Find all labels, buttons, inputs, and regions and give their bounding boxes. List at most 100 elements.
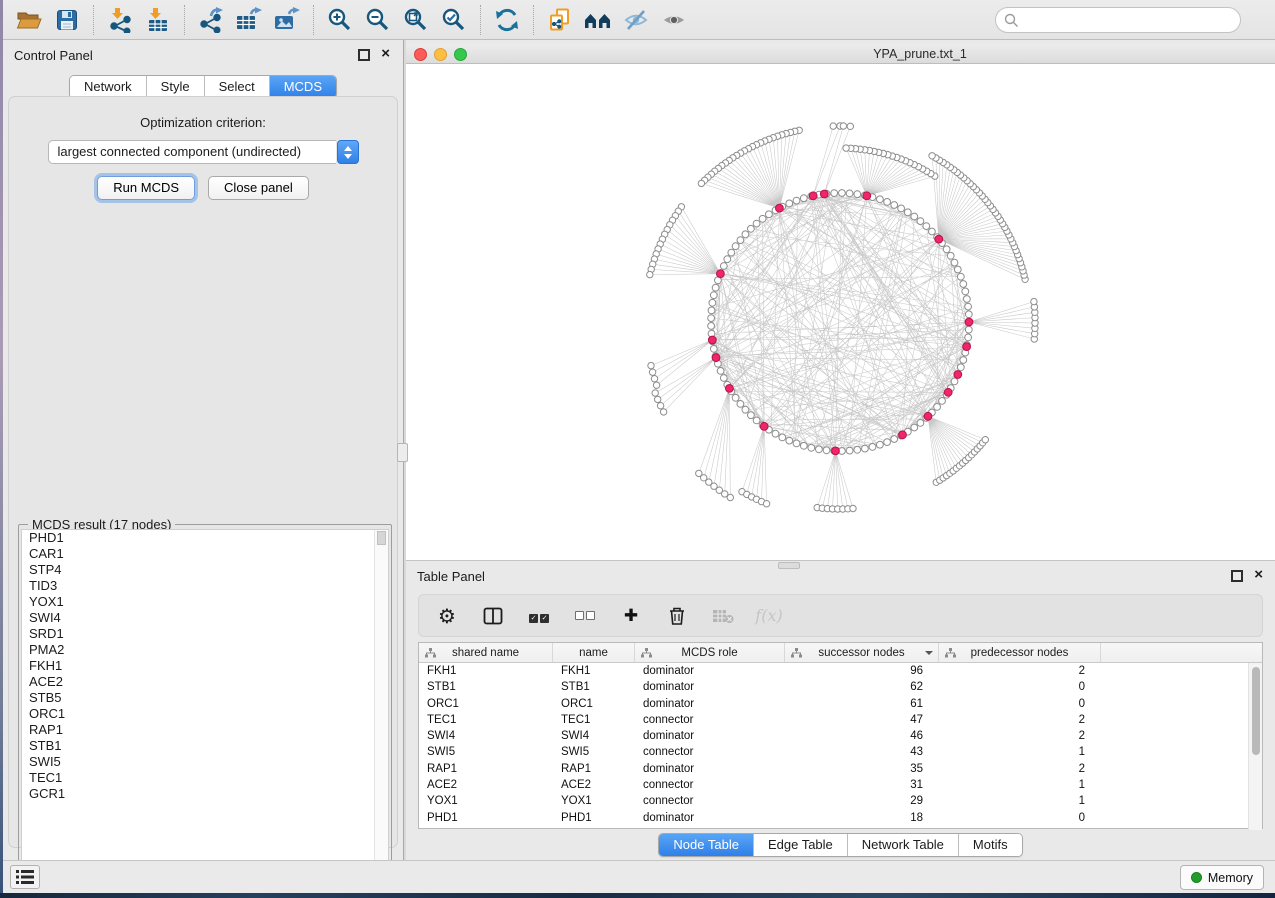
network-node[interactable] — [982, 437, 988, 443]
network-node[interactable] — [898, 205, 905, 212]
mcds-node[interactable] — [760, 423, 768, 431]
network-node[interactable] — [965, 326, 972, 333]
close-panel-icon[interactable]: × — [1254, 566, 1263, 584]
table-row[interactable]: PHD1PHD1dominator180 — [419, 810, 1262, 826]
network-node[interactable] — [846, 447, 853, 454]
column-visibility-button[interactable] — [481, 604, 505, 628]
network-node[interactable] — [766, 211, 773, 218]
network-node[interactable] — [839, 190, 846, 197]
table-row[interactable]: RAP1RAP1dominator352 — [419, 761, 1262, 777]
export-table-button[interactable] — [234, 5, 264, 35]
mcds-result-item[interactable]: GCR1 — [22, 786, 388, 802]
duplicate-network-button[interactable] — [545, 5, 575, 35]
tab-select[interactable]: Select — [205, 76, 270, 98]
network-node[interactable] — [877, 441, 884, 448]
network-node[interactable] — [846, 190, 853, 197]
export-image-button[interactable] — [272, 5, 302, 35]
network-node[interactable] — [657, 403, 663, 409]
add-column-button[interactable]: ✚ — [619, 604, 643, 628]
network-node[interactable] — [660, 409, 666, 415]
mcds-result-item[interactable]: STB5 — [22, 690, 388, 706]
network-node[interactable] — [728, 249, 735, 256]
table-row[interactable]: TEC1TEC1connector472 — [419, 712, 1262, 728]
mcds-result-item[interactable]: STP4 — [22, 562, 388, 578]
zoom-in-button[interactable] — [325, 5, 355, 35]
network-node[interactable] — [823, 447, 830, 454]
hide-selected-button[interactable] — [621, 5, 651, 35]
mcds-result-item[interactable]: SRD1 — [22, 626, 388, 642]
tab-style[interactable]: Style — [147, 76, 205, 98]
mcds-node[interactable] — [712, 354, 720, 362]
network-node[interactable] — [737, 401, 744, 408]
network-node[interactable] — [793, 197, 800, 204]
tab-motifs[interactable]: Motifs — [959, 834, 1022, 856]
column-header-predecessor-nodes[interactable]: predecessor nodes — [939, 643, 1101, 662]
network-node[interactable] — [710, 292, 717, 299]
mcds-node[interactable] — [965, 318, 973, 326]
function-builder-button[interactable]: f(x) — [757, 604, 781, 628]
network-node[interactable] — [779, 434, 786, 441]
network-node[interactable] — [929, 153, 935, 159]
mcds-result-item[interactable]: ORC1 — [22, 706, 388, 722]
mcds-node[interactable] — [717, 270, 725, 278]
network-node[interactable] — [651, 376, 657, 382]
network-node[interactable] — [884, 439, 891, 446]
network-node[interactable] — [727, 494, 733, 500]
column-header-shared-name[interactable]: shared name — [419, 643, 553, 662]
mcds-result-item[interactable]: PMA2 — [22, 642, 388, 658]
network-node[interactable] — [732, 394, 739, 401]
network-node[interactable] — [943, 246, 950, 253]
mcds-node[interactable] — [809, 192, 817, 200]
network-node[interactable] — [957, 273, 964, 280]
network-node[interactable] — [793, 440, 800, 447]
mcds-node[interactable] — [944, 388, 952, 396]
network-node[interactable] — [960, 281, 967, 288]
table-row[interactable]: SWI4SWI4dominator462 — [419, 728, 1262, 744]
close-panel-icon[interactable]: × — [381, 45, 390, 63]
network-node[interactable] — [965, 303, 972, 310]
first-neighbors-button[interactable] — [583, 5, 613, 35]
table-row[interactable]: STB1STB1dominator620 — [419, 679, 1262, 695]
tab-node-table[interactable]: Node Table — [659, 834, 754, 856]
tab-edge-table[interactable]: Edge Table — [754, 834, 848, 856]
network-node[interactable] — [800, 195, 807, 202]
window-close-button[interactable] — [414, 48, 427, 61]
mcds-result-item[interactable]: PHD1 — [22, 530, 388, 546]
network-node[interactable] — [1031, 298, 1037, 304]
network-node[interactable] — [830, 123, 836, 129]
network-node[interactable] — [904, 209, 911, 216]
scrollbar-thumb[interactable] — [377, 531, 386, 545]
network-node[interactable] — [708, 315, 715, 322]
network-node[interactable] — [939, 398, 946, 405]
network-node[interactable] — [854, 191, 861, 198]
network-node[interactable] — [884, 199, 891, 206]
network-node[interactable] — [724, 256, 731, 263]
network-node[interactable] — [772, 430, 779, 437]
network-node[interactable] — [753, 417, 760, 424]
network-node[interactable] — [708, 323, 715, 330]
network-node[interactable] — [951, 378, 958, 385]
mcds-result-item[interactable]: SWI5 — [22, 754, 388, 770]
network-node[interactable] — [831, 190, 838, 197]
mcds-result-item[interactable]: CAR1 — [22, 546, 388, 562]
network-node[interactable] — [854, 446, 861, 453]
network-node[interactable] — [742, 231, 749, 238]
run-mcds-button[interactable]: Run MCDS — [97, 176, 195, 200]
network-node[interactable] — [840, 123, 846, 129]
mcds-node[interactable] — [863, 192, 871, 200]
delete-table-button[interactable] — [711, 604, 735, 628]
network-node[interactable] — [647, 271, 653, 277]
mcds-list-scrollbar[interactable] — [374, 530, 388, 892]
network-node[interactable] — [748, 412, 755, 419]
network-node[interactable] — [911, 213, 918, 220]
mcds-result-list[interactable]: PHD1CAR1STP4TID3YOX1SWI4SRD1PMA2FKH1ACE2… — [21, 529, 389, 893]
network-node[interactable] — [748, 225, 755, 232]
network-node[interactable] — [891, 436, 898, 443]
close-panel-button[interactable]: Close panel — [208, 176, 309, 200]
network-node[interactable] — [737, 237, 744, 244]
import-table-button[interactable] — [143, 5, 173, 35]
network-canvas[interactable] — [406, 64, 1275, 560]
tab-network[interactable]: Network — [70, 76, 147, 98]
table-scrollbar[interactable] — [1248, 663, 1262, 830]
network-node[interactable] — [877, 196, 884, 203]
